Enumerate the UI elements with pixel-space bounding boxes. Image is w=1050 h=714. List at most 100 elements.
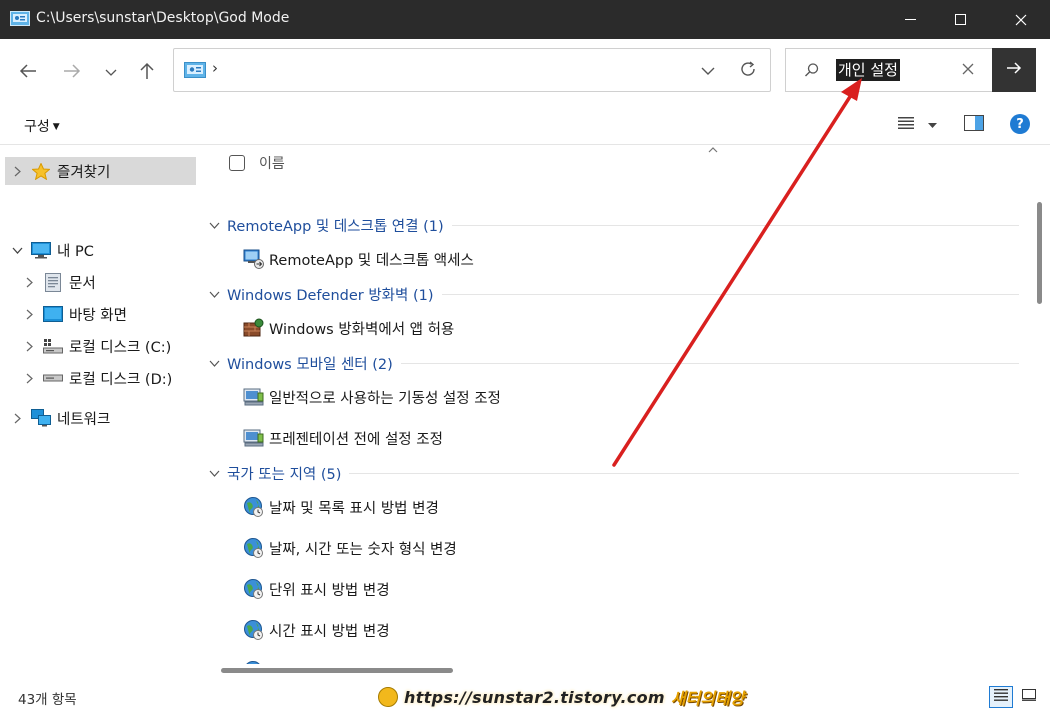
chevron-down-icon xyxy=(105,65,117,81)
chevron-right-icon[interactable] xyxy=(21,373,37,384)
arrow-left-icon xyxy=(19,63,37,83)
group-divider xyxy=(349,473,1019,474)
region-clock-icon xyxy=(243,537,265,559)
tree-item-documents[interactable]: 문서 xyxy=(21,268,96,296)
details-view-icon xyxy=(994,689,1008,705)
forward-button[interactable] xyxy=(56,57,88,89)
change-view-button[interactable] xyxy=(898,115,914,135)
list-item[interactable]: 시간 표시 방법 변경 xyxy=(243,617,390,643)
tree-item-network[interactable]: 네트워크 xyxy=(9,404,110,432)
remote-desktop-icon xyxy=(243,248,265,270)
group-header[interactable]: Windows Defender 방화벽 (1) xyxy=(209,282,434,306)
list-item[interactable]: 단위 표시 방법 변경 xyxy=(243,576,390,602)
caret-down-icon xyxy=(928,117,937,133)
watermark-url: https://sunstar2.tistory.com xyxy=(404,687,665,707)
select-all-checkbox[interactable] xyxy=(229,155,245,171)
tree-item-this-pc[interactable]: 내 PC xyxy=(9,236,94,264)
search-box[interactable]: 개인 설정 xyxy=(785,48,992,92)
list-view-icon xyxy=(898,116,914,134)
vertical-scroll-thumb[interactable] xyxy=(1037,202,1042,304)
group-divider xyxy=(452,225,1019,226)
list-item-label: 날짜, 시간 또는 숫자 형식 변경 xyxy=(269,541,457,558)
tree-item-label: 로컬 디스크 (C:) xyxy=(69,339,172,356)
search-go-button[interactable] xyxy=(992,48,1036,92)
chevron-right-icon[interactable] xyxy=(9,413,25,424)
up-button[interactable] xyxy=(131,57,163,89)
tree-item-favorites[interactable]: 즐겨찾기 xyxy=(5,157,196,185)
watermark-name: 새터의태양 xyxy=(670,689,745,708)
view-options-dropdown[interactable] xyxy=(928,115,937,135)
chevron-right-icon[interactable] xyxy=(21,341,37,352)
list-item[interactable]: 날짜, 시간 또는 숫자 형식 변경 xyxy=(243,535,457,561)
tree-item-local-disk-c[interactable]: 로컬 디스크 (C:) xyxy=(21,332,171,360)
search-input[interactable]: 개인 설정 xyxy=(836,59,900,81)
help-button[interactable]: ? xyxy=(1010,114,1030,134)
close-button[interactable] xyxy=(996,0,1046,39)
region-clock-icon xyxy=(243,619,265,641)
back-button[interactable] xyxy=(12,57,44,89)
group-divider xyxy=(442,294,1019,295)
control-panel-icon xyxy=(10,11,30,27)
chevron-down-icon xyxy=(209,222,225,229)
firewall-icon xyxy=(243,317,265,339)
navigation-pane: 즐겨찾기 내 PC 문서 바탕 화면 로컬 디스크 (C:) 로컬 디스크 (D… xyxy=(0,146,199,664)
refresh-button[interactable] xyxy=(736,59,760,83)
explorer-window: › 개인 설정 구성 ▼ ? 즐겨찾기 내 PC 문서 바탕 화면 로컬 디스크… xyxy=(0,39,1050,714)
file-list: 이름 RemoteApp 및 데스크톱 연결 (1) RemoteApp 및 데스… xyxy=(199,146,1030,664)
chevron-right-icon[interactable] xyxy=(21,309,37,320)
list-item-label: Windows 방화벽에서 앱 허용 xyxy=(269,321,455,338)
organize-menu-button[interactable]: 구성 ▼ xyxy=(24,116,60,136)
column-header-name[interactable]: 이름 xyxy=(229,153,285,173)
address-bar[interactable]: › xyxy=(173,48,771,92)
large-icons-view-icon xyxy=(1022,689,1036,705)
organize-label: 구성 xyxy=(24,119,50,135)
group-header[interactable]: RemoteApp 및 데스크톱 연결 (1) xyxy=(209,213,444,237)
horizontal-scroll-thumb[interactable] xyxy=(221,668,453,673)
recent-locations-button[interactable] xyxy=(95,57,127,89)
tree-item-label: 바탕 화면 xyxy=(69,307,127,324)
list-item[interactable]: 일반적으로 사용하는 기동성 설정 조정 xyxy=(243,384,501,410)
large-icons-view-button[interactable] xyxy=(1017,686,1041,708)
tree-item-local-disk-d[interactable]: 로컬 디스크 (D:) xyxy=(21,364,172,392)
details-view-button[interactable] xyxy=(989,686,1013,708)
tree-item-label: 로컬 디스크 (D:) xyxy=(69,371,173,388)
maximize-button[interactable] xyxy=(936,0,986,39)
address-history-dropdown[interactable] xyxy=(696,59,720,83)
region-clock-icon xyxy=(243,496,265,518)
minimize-button[interactable] xyxy=(886,0,936,39)
horizontal-scrollbar[interactable] xyxy=(199,664,1030,678)
tree-item-label: 네트워크 xyxy=(57,411,111,428)
desktop-icon xyxy=(43,305,63,323)
vertical-scrollbar[interactable] xyxy=(1030,146,1050,664)
breadcrumb-separator[interactable]: › xyxy=(212,59,218,77)
tree-item-desktop[interactable]: 바탕 화면 xyxy=(21,300,127,328)
title-bar: C:\Users\sunstar\Desktop\God Mode xyxy=(0,0,1050,39)
chevron-right-icon[interactable] xyxy=(9,166,25,177)
item-count: 43개 항목 xyxy=(18,692,77,708)
list-item-label: 단위 표시 방법 변경 xyxy=(269,582,390,599)
arrow-right-icon xyxy=(63,63,81,83)
star-icon xyxy=(31,162,51,180)
list-item-label: 날짜 및 목록 표시 방법 변경 xyxy=(269,500,439,517)
arrow-up-icon xyxy=(139,62,155,84)
list-item-label: 일반적으로 사용하는 기동성 설정 조정 xyxy=(269,390,501,407)
list-item[interactable]: 날짜 및 목록 표시 방법 변경 xyxy=(243,494,439,520)
tree-item-label: 문서 xyxy=(69,275,96,292)
list-item-label: 프레젠테이션 전에 설정 조정 xyxy=(269,431,443,448)
clear-search-button[interactable] xyxy=(958,61,978,81)
group-title: 국가 또는 지역 (5) xyxy=(227,466,342,483)
chevron-down-icon[interactable] xyxy=(9,247,25,254)
group-title: Windows Defender 방화벽 (1) xyxy=(227,287,434,304)
group-header[interactable]: Windows 모바일 센터 (2) xyxy=(209,351,393,375)
preview-pane-button[interactable] xyxy=(964,115,984,135)
group-header[interactable]: 국가 또는 지역 (5) xyxy=(209,461,341,485)
list-item[interactable]: 프레젠테이션 전에 설정 조정 xyxy=(243,425,443,451)
group-title: RemoteApp 및 데스크톱 연결 (1) xyxy=(227,218,444,235)
chevron-right-icon[interactable] xyxy=(21,277,37,288)
list-item[interactable]: RemoteApp 및 데스크톱 액세스 xyxy=(243,246,474,272)
command-bar: 구성 ▼ ? xyxy=(0,105,1050,145)
list-item[interactable]: Windows 방화벽에서 앱 허용 xyxy=(243,315,454,341)
mobility-center-icon xyxy=(243,427,265,449)
arrow-right-icon xyxy=(1006,61,1022,79)
blog-watermark: https://sunstar2.tistory.com 새터의태양 xyxy=(378,685,745,709)
